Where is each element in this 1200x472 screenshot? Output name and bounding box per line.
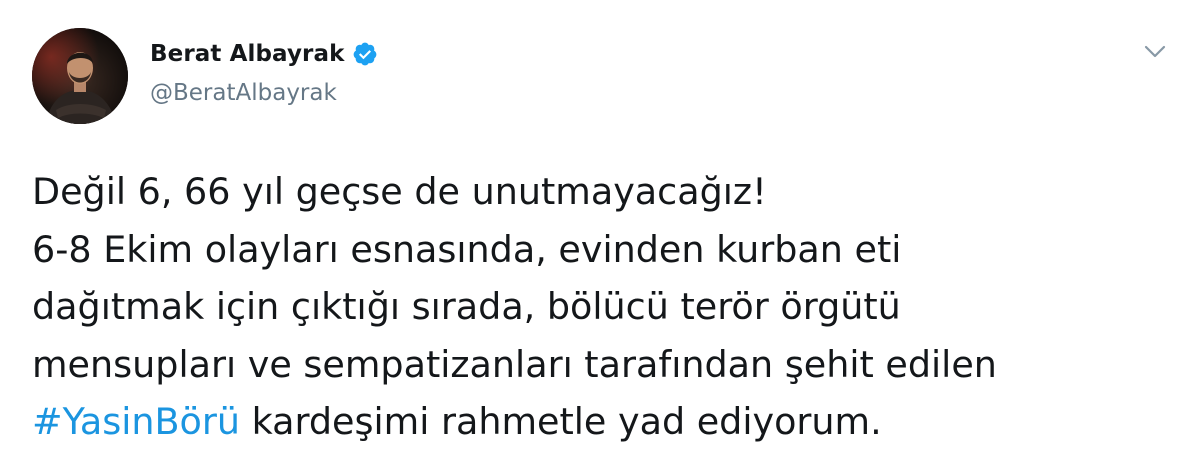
verified-badge-icon: [352, 41, 378, 67]
tweet-text-fragment: kardeşimi rahmetle yad ediyorum.: [240, 400, 882, 443]
tweet-text-line: dağıtmak için çıktığı sırada, bölücü ter…: [32, 285, 901, 328]
tweet-text-line: 6-8 Ekim olayları esnasında, evinden kur…: [32, 227, 902, 271]
hashtag-link[interactable]: #YasinBörü: [32, 400, 240, 443]
tweet-text-line: Değil 6, 66 yıl geçse de unutmayacağız!: [32, 170, 767, 213]
tweet-text-line: mensupları ve sempatizanları tarafından …: [32, 342, 997, 386]
tweet-text-line: #YasinBörü kardeşimi rahmetle yad ediyor…: [32, 393, 1172, 451]
profile-photo-icon: [32, 28, 128, 124]
tweet-card: Berat Albayrak @BeratAlbayrak Değil 6, 6…: [0, 0, 1200, 472]
tweet-text: Değil 6, 66 yıl geçse de unutmayacağız! …: [32, 163, 1172, 451]
chevron-down-icon[interactable]: [1140, 42, 1170, 62]
avatar[interactable]: [32, 28, 128, 124]
author-display-name[interactable]: Berat Albayrak: [150, 41, 345, 67]
author-handle[interactable]: @BeratAlbayrak: [150, 80, 337, 106]
author-name-row: Berat Albayrak: [150, 38, 378, 70]
